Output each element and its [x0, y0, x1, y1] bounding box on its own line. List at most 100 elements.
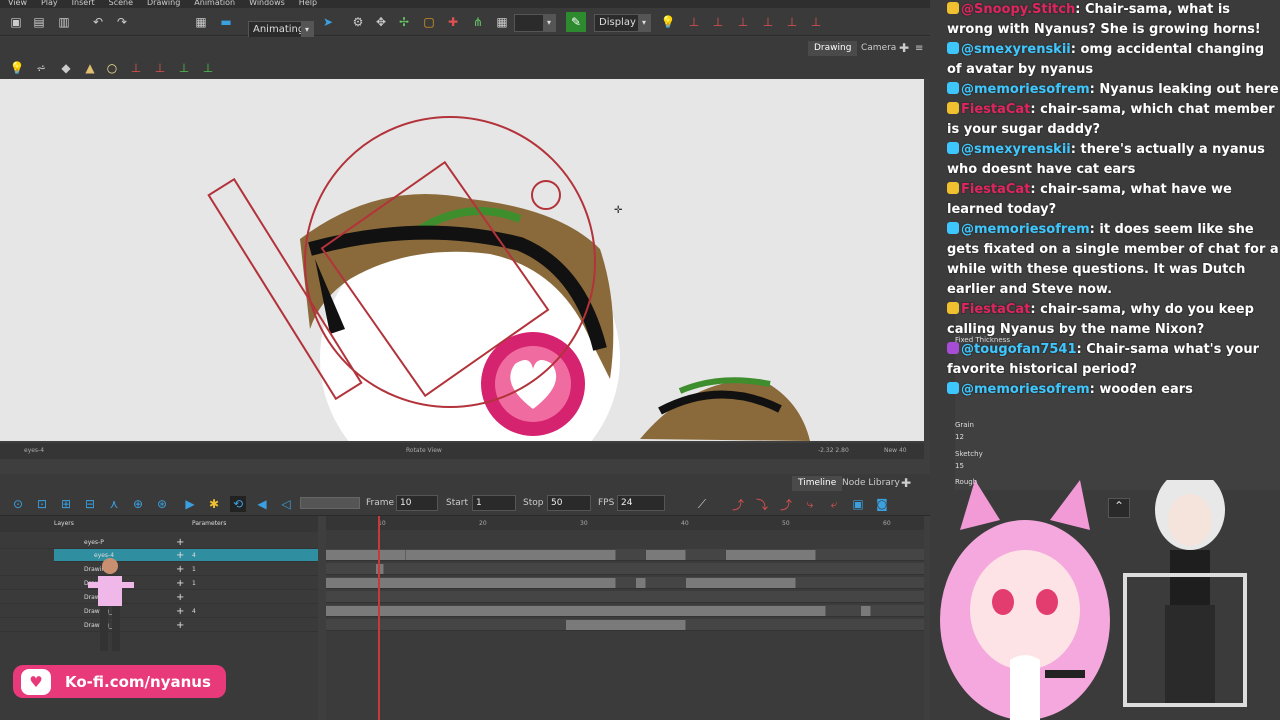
light-bulb-icon[interactable]: 💡	[660, 14, 676, 30]
layer-row[interactable]: eyes-P +	[0, 536, 318, 549]
menu-scene[interactable]: Scene	[109, 0, 133, 8]
layer-row[interactable]: Drawing_2 +4	[0, 605, 318, 618]
bulb-icon[interactable]: 💡	[9, 60, 25, 76]
timeline-frames[interactable]: 10 20 30 40 50 60	[326, 516, 924, 720]
add-icon[interactable]: +	[176, 577, 184, 590]
layer-row[interactable]: Drawing_3 +	[0, 619, 318, 632]
ease-icon[interactable]: ⤴	[730, 496, 746, 512]
onion-green-2-icon[interactable]: ⊥	[200, 60, 216, 76]
add-icon[interactable]: +	[176, 619, 184, 632]
keyframe-add-icon[interactable]: ⊥	[710, 14, 726, 30]
camera-icon[interactable]: ◙	[874, 496, 890, 512]
volume-icon[interactable]: ◀	[254, 496, 270, 512]
record-icon[interactable]: ✱	[206, 496, 222, 512]
keyframe-paste-icon[interactable]: ⊥	[808, 14, 824, 30]
onion-red-icon[interactable]: ⊥	[152, 60, 168, 76]
playhead[interactable]	[378, 516, 380, 720]
scrub-icon[interactable]: ⊕	[130, 496, 146, 512]
line-tool-icon[interactable]: ⟋	[694, 496, 710, 512]
menu-help[interactable]: Help	[299, 0, 317, 8]
peg-icon[interactable]: ✢	[396, 14, 412, 30]
dancing-figure	[88, 558, 134, 651]
toon-boom-app: View Play Insert Scene Drawing Animation…	[0, 0, 930, 720]
stop-input[interactable]: 50	[547, 495, 591, 511]
add-icon[interactable]: +	[176, 536, 184, 549]
curve-icon[interactable]: ⤵	[754, 496, 770, 512]
paint-icon[interactable]: ◆	[58, 60, 74, 76]
rig-tool-icon[interactable]: ⚙	[350, 14, 366, 30]
start-input[interactable]: 1	[472, 495, 516, 511]
onion-green-icon[interactable]: ⊥	[176, 60, 192, 76]
keyframe-icon[interactable]: ⊥	[686, 14, 702, 30]
bounding-box-icon[interactable]: ▢	[421, 14, 437, 30]
tab-node-library[interactable]: Node Library	[836, 476, 906, 491]
kofi-banner[interactable]: ♥ Ko-fi.com/nyanus	[13, 665, 226, 698]
menu-view[interactable]: View	[8, 0, 27, 8]
save-icon[interactable]: ▤	[31, 14, 47, 30]
grid-icon[interactable]: ▦	[494, 14, 510, 30]
save-all-icon[interactable]: ▣	[8, 14, 24, 30]
show-icon[interactable]: ⩫	[33, 60, 49, 76]
add-icon[interactable]: +	[176, 549, 184, 562]
menu-animation[interactable]: Animation	[194, 0, 235, 8]
undo-icon[interactable]: ↶	[90, 14, 106, 30]
curve-4-icon[interactable]: ⤶	[826, 496, 842, 512]
onion-skin-icon[interactable]: ✎	[566, 12, 586, 32]
curve-2-icon[interactable]: ⤴	[778, 496, 794, 512]
hierarchy-icon[interactable]: ⋔	[470, 14, 486, 30]
drawing-canvas[interactable]: ✛	[0, 79, 924, 441]
layer-row[interactable]: Drawing_2+	[0, 591, 318, 604]
add-icon[interactable]: +	[176, 563, 184, 576]
sound-icon[interactable]: ⊞	[58, 496, 74, 512]
tab-drawing[interactable]: Drawing	[808, 41, 858, 56]
menu-drawing[interactable]: Drawing	[147, 0, 180, 8]
play-icon[interactable]: ▶	[182, 496, 198, 512]
add-view-icon[interactable]: ✚	[898, 476, 914, 491]
bulb-outline-icon[interactable]: ○	[104, 60, 120, 76]
speed-slider[interactable]	[300, 497, 360, 509]
menu-icon[interactable]: ≡	[912, 41, 926, 56]
clipboard-icon[interactable]: ▦	[193, 14, 209, 30]
pencil-icon[interactable]: ▲	[82, 60, 98, 76]
rotate-view-label[interactable]: Rotate View	[406, 443, 442, 459]
add-icon[interactable]: +	[176, 591, 184, 604]
zoom-field[interactable]: ▾	[514, 14, 556, 32]
first-frame-icon[interactable]: ⊙	[10, 496, 26, 512]
frame-input[interactable]: 10	[396, 495, 438, 511]
brush-rough[interactable]: Rough	[955, 478, 977, 486]
add-view-icon[interactable]: ✚	[896, 41, 912, 56]
curve-3-icon[interactable]: ⤷	[802, 496, 818, 512]
add-icon[interactable]: +	[176, 605, 184, 618]
transform-icon[interactable]: ✥	[373, 14, 389, 30]
animate-mode-icon[interactable]: ➤	[320, 14, 336, 30]
fps-input[interactable]: 24	[617, 495, 665, 511]
collapse-icon[interactable]: ⌃	[1108, 498, 1130, 518]
layer-row[interactable]: Drawing+1	[0, 563, 318, 576]
redo-icon[interactable]: ↷	[114, 14, 130, 30]
loop-play-icon[interactable]: ⟲	[230, 496, 246, 512]
image-icon[interactable]: ▣	[850, 496, 866, 512]
loop-icon[interactable]: ⊡	[34, 496, 50, 512]
prev-icon[interactable]: ⊟	[82, 496, 98, 512]
brush-sketchy[interactable]: Sketchy	[955, 450, 983, 458]
menu-insert[interactable]: Insert	[72, 0, 95, 8]
menu-windows[interactable]: Windows	[249, 0, 285, 8]
tab-timeline[interactable]: Timeline	[792, 476, 843, 491]
next-frame-icon[interactable]: ⊛	[154, 496, 170, 512]
layer-row[interactable]: Drawing+1	[0, 577, 318, 590]
document-icon[interactable]: ▥	[56, 14, 72, 30]
keyframe-copy-icon[interactable]: ⊥	[784, 14, 800, 30]
menu-play[interactable]: Play	[41, 0, 58, 8]
kofi-link[interactable]: Ko-fi.com/nyanus	[65, 673, 211, 691]
artwork: ✛	[207, 116, 810, 441]
prev-frame-icon[interactable]: ⋏	[106, 496, 122, 512]
parameters-label: Parameters	[192, 520, 227, 527]
keyframe-remove-icon[interactable]: ⊥	[735, 14, 751, 30]
mute-icon[interactable]: ◁	[278, 496, 294, 512]
pivot-icon[interactable]: ✚	[445, 14, 461, 30]
keyframe-stop-icon[interactable]: ⊥	[760, 14, 776, 30]
layer-icon[interactable]: ▬	[218, 14, 234, 30]
display-dropdown[interactable]: Display ▾	[594, 14, 651, 32]
stream-chat: @Snoopy.Stitch: Chair-sama, what is wron…	[945, 0, 1280, 430]
onion-icon[interactable]: ⊥	[128, 60, 144, 76]
